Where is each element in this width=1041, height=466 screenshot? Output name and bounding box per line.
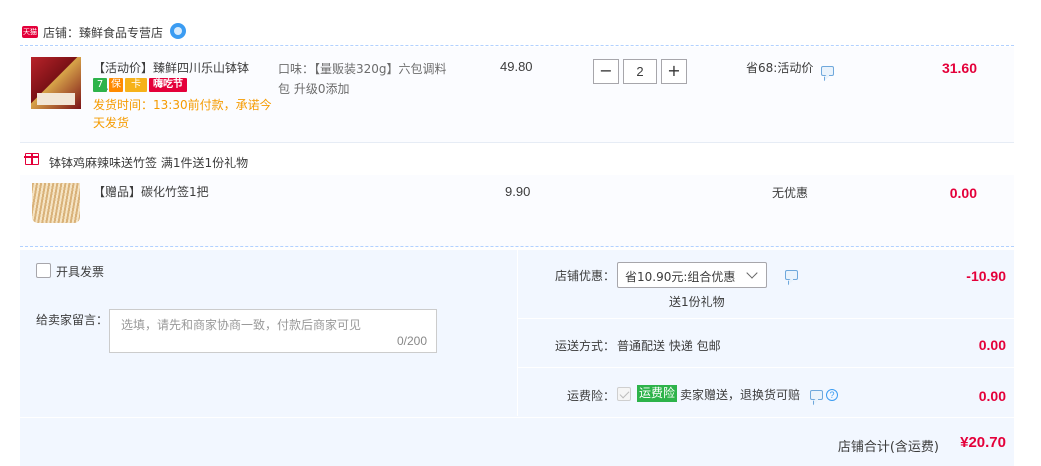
shipping-method: 普通配送 快递 包邮 bbox=[617, 339, 721, 353]
wangwang-chat-icon[interactable] bbox=[170, 23, 186, 39]
order-summary-panel: 店铺优惠： 省10.90元:组合优惠 送1份礼物 -10.90 运送方式： 普通… bbox=[517, 250, 1014, 416]
shipping-row: 运送方式： 普通配送 快递 包邮 0.00 bbox=[517, 319, 1014, 368]
gift-title-link[interactable]: 【赠品】碳化竹签1把 bbox=[93, 183, 209, 200]
discount-info-icon[interactable] bbox=[785, 270, 798, 280]
promo-info-icon[interactable] bbox=[821, 66, 834, 76]
quantity-input[interactable]: 2 bbox=[623, 59, 657, 84]
insurance-info-icon[interactable] bbox=[810, 390, 823, 400]
insurance-label: 运费险： bbox=[566, 389, 615, 403]
help-icon[interactable]: ? bbox=[826, 389, 838, 401]
shop-header: 天猫 店铺：臻鲜食品专营店 bbox=[20, 20, 1014, 46]
service-badges: 7 保卡嗨吃节 bbox=[93, 78, 189, 92]
insurance-desc: 卖家赠送，退换货可赔 bbox=[680, 388, 801, 402]
discount-label: 店铺优惠： bbox=[554, 269, 615, 283]
shipping-amount: 0.00 bbox=[978, 337, 1006, 353]
promo-text: 省68:活动价 bbox=[746, 61, 814, 75]
sku-info: 口味：【量贩装320g】六包调料包 升级0添加 bbox=[278, 62, 447, 96]
shop-discount-row: 店铺优惠： 省10.90元:组合优惠 送1份礼物 -10.90 bbox=[517, 250, 1014, 319]
discount-sub-text: 送1份礼物 bbox=[669, 295, 725, 309]
guarantee-icon[interactable]: 保 bbox=[109, 78, 123, 92]
product-thumbnail[interactable] bbox=[31, 57, 81, 109]
discount-amount: -10.90 bbox=[966, 268, 1006, 284]
item-subtotal: 31.60 bbox=[941, 60, 977, 76]
festival-badge[interactable]: 嗨吃节 bbox=[149, 78, 187, 92]
credit-card-icon[interactable]: 卡 bbox=[125, 78, 147, 92]
ship-time-note: 发货时间：13:30前付款，承诺今天发货 bbox=[93, 98, 272, 130]
cart-item-row: 【活动价】臻鲜四川乐山钵钵鸡... 7保卡嗨吃节 发货时间：13:30前付款，承… bbox=[20, 47, 1014, 143]
gift-icon bbox=[24, 153, 39, 165]
tmall-icon: 天猫 bbox=[22, 26, 38, 38]
gift-promo-text: 无优惠 bbox=[772, 186, 809, 200]
discount-select[interactable]: 省10.90元:组合优惠 bbox=[617, 262, 767, 288]
chevron-down-icon bbox=[746, 267, 758, 279]
shipping-label: 运送方式： bbox=[554, 339, 615, 353]
unit-price: 49.80 bbox=[500, 59, 533, 74]
memo-char-count: 0/200 bbox=[396, 334, 427, 348]
invoice-label: 开具发票 bbox=[56, 265, 105, 279]
memo-placeholder: 选填，请先和商家协商一致，付款后商家可见 bbox=[121, 318, 362, 332]
seller-memo-textarea[interactable]: 选填，请先和商家协商一致，付款后商家可见 0/200 bbox=[109, 309, 437, 353]
shop-total-bar: 店铺合计(含运费) ¥20.70 bbox=[20, 417, 1014, 466]
insurance-tag: 运费险 bbox=[637, 385, 678, 402]
quantity-increase-button[interactable]: + bbox=[661, 59, 687, 84]
gift-price: 9.90 bbox=[505, 184, 531, 199]
gift-thumbnail[interactable] bbox=[32, 183, 80, 223]
memo-label: 给卖家留言： bbox=[36, 313, 109, 327]
gift-promo-name: 钵钵鸡麻辣味送竹签 满1件送1份礼物 bbox=[49, 156, 249, 170]
insurance-amount: 0.00 bbox=[978, 388, 1006, 404]
gift-item-row: 【赠品】碳化竹签1把 9.90 无优惠 0.00 bbox=[20, 175, 1014, 247]
gift-subtotal: 0.00 bbox=[949, 185, 977, 201]
discount-select-value: 省10.90元:组合优惠 bbox=[625, 270, 736, 284]
shop-total-label: 店铺合计(含运费) bbox=[837, 440, 939, 455]
invoice-checkbox[interactable] bbox=[36, 263, 51, 278]
quantity-decrease-button[interactable]: − bbox=[593, 59, 619, 84]
seven-day-return-icon[interactable]: 7 bbox=[93, 78, 107, 92]
insurance-checkbox[interactable] bbox=[617, 387, 631, 401]
shop-total-value: ¥20.70 bbox=[960, 434, 1006, 451]
shop-name-link[interactable]: 店铺：臻鲜食品专营店 bbox=[43, 24, 163, 41]
